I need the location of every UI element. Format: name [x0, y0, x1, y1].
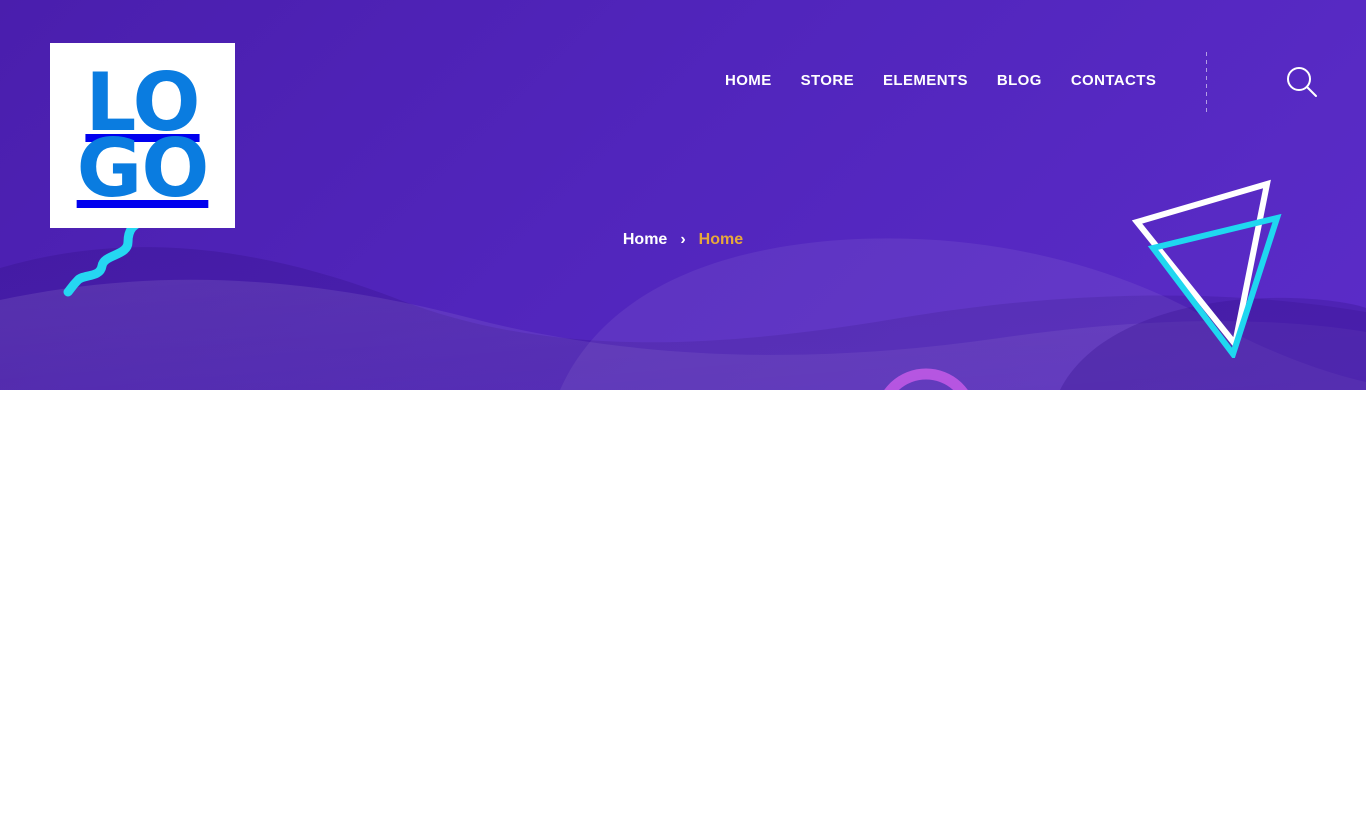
main-content: Welcome to Best E-commerce solution — [0, 390, 1366, 824]
breadcrumb-item-current: Home — [698, 231, 744, 248]
breadcrumb: Home › Home — [0, 231, 1366, 249]
nav-item-store[interactable]: STORE — [801, 72, 854, 89]
nav-item-contacts[interactable]: CONTACTS — [1071, 72, 1156, 89]
nav-dashed-divider — [1206, 52, 1207, 114]
nav-item-blog[interactable]: BLOG — [997, 72, 1042, 89]
search-button[interactable] — [1284, 64, 1320, 100]
site-logo[interactable]: LO GO — [50, 43, 235, 228]
main-menu: HOME STORE ELEMENTS BLOG CONTACTS — [725, 72, 1156, 89]
nav-item-home[interactable]: HOME — [725, 72, 772, 89]
nav-item-elements[interactable]: ELEMENTS — [883, 72, 968, 89]
search-icon — [1287, 67, 1317, 97]
breadcrumb-separator-icon: › — [680, 231, 686, 248]
breadcrumb-item-home[interactable]: Home — [623, 231, 667, 249]
top-navigation-bar: LO GO HOME STORE ELEMENTS BLOG CONTACTS — [0, 0, 1366, 228]
hero-banner: LO GO HOME STORE ELEMENTS BLOG CONTACTS … — [0, 0, 1366, 390]
logo-text-line-2: GO — [76, 121, 210, 215]
